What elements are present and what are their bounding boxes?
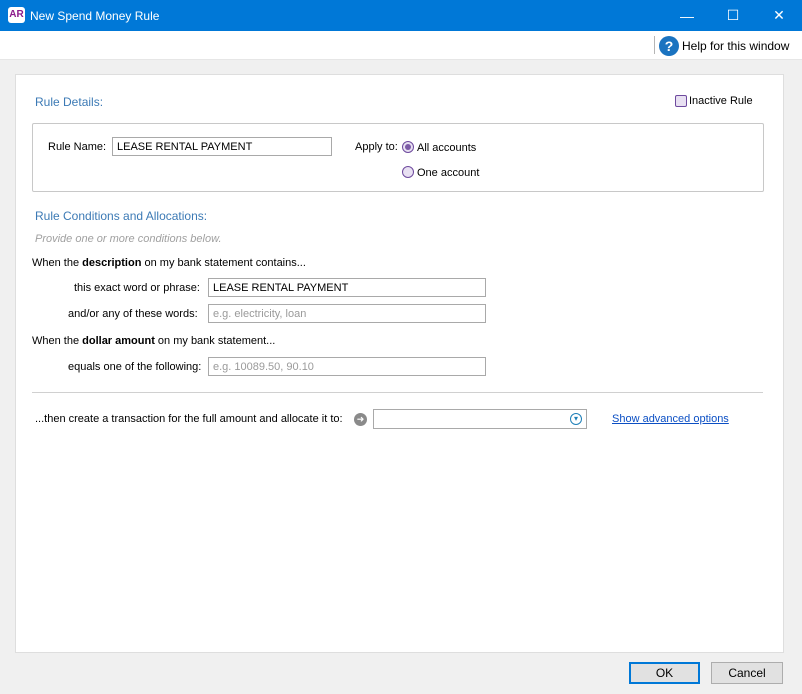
all-accounts-radio[interactable] <box>402 141 414 153</box>
title-bar: AR New Spend Money Rule — ☐ ✕ <box>0 0 802 31</box>
one-account-label[interactable]: One account <box>417 166 479 180</box>
conditions-hint: Provide one or more conditions below. <box>35 233 222 245</box>
help-separator <box>654 36 655 54</box>
any-words-label: and/or any of these words: <box>68 308 198 320</box>
show-advanced-options-link[interactable]: Show advanced options <box>612 412 729 426</box>
chevron-down-icon[interactable]: ▾ <box>570 413 582 425</box>
apply-to-label: Apply to: <box>355 141 398 153</box>
rule-details-box: Rule Name: LEASE RENTAL PAYMENT Apply to… <box>32 123 764 192</box>
app-logo-icon: AR <box>8 7 25 23</box>
inactive-rule-checkbox[interactable] <box>675 95 687 107</box>
amount-condition-text: When the dollar amount on my bank statem… <box>32 335 276 347</box>
arrow-right-icon: ➜ <box>354 413 367 426</box>
rule-name-label: Rule Name: <box>48 141 107 153</box>
help-icon[interactable]: ? <box>659 36 679 56</box>
any-words-input[interactable]: e.g. electricity, loan <box>208 304 486 323</box>
allocation-account-select[interactable]: ▾ <box>373 409 587 429</box>
dialog-body: Rule Details: Inactive Rule Rule Name: L… <box>0 60 802 694</box>
exact-phrase-input[interactable]: LEASE RENTAL PAYMENT <box>208 278 486 297</box>
amount-input[interactable]: e.g. 10089.50, 90.10 <box>208 357 486 376</box>
help-link[interactable]: Help for this window <box>682 38 789 54</box>
help-bar: ? Help for this window <box>0 31 802 60</box>
ok-button[interactable]: OK <box>629 662 700 684</box>
all-accounts-label[interactable]: All accounts <box>417 141 476 155</box>
window-title: New Spend Money Rule <box>30 9 160 23</box>
rule-name-input[interactable]: LEASE RENTAL PAYMENT <box>112 137 332 156</box>
close-button[interactable]: ✕ <box>756 0 802 31</box>
exact-phrase-label: this exact word or phrase: <box>74 282 200 294</box>
one-account-radio[interactable] <box>402 166 414 178</box>
minimize-button[interactable]: — <box>664 0 710 31</box>
maximize-button[interactable]: ☐ <box>710 0 756 31</box>
inactive-rule-label[interactable]: Inactive Rule <box>689 94 753 108</box>
rule-details-heading: Rule Details: <box>35 95 104 109</box>
rule-panel: Rule Details: Inactive Rule Rule Name: L… <box>15 74 784 653</box>
cancel-button[interactable]: Cancel <box>711 662 783 684</box>
allocation-label: ...then create a transaction for the ful… <box>35 413 343 425</box>
equals-label: equals one of the following: <box>68 361 202 373</box>
description-condition-text: When the description on my bank statemen… <box>32 257 306 269</box>
section-divider <box>32 392 763 393</box>
conditions-heading: Rule Conditions and Allocations: <box>35 209 208 223</box>
